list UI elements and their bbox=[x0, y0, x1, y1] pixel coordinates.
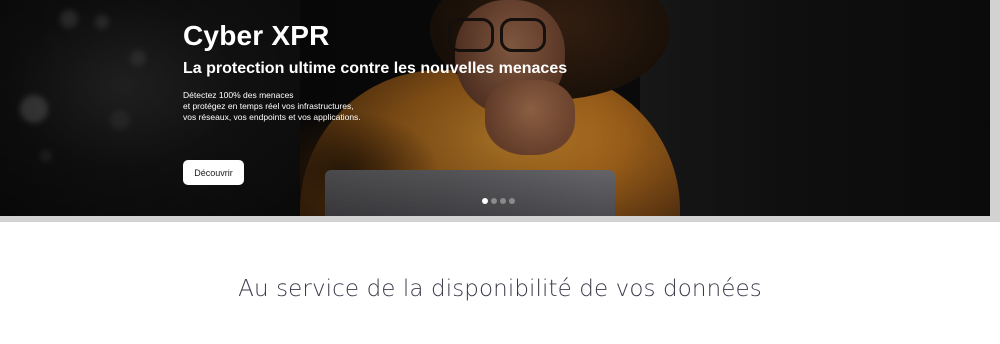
hero-overlay bbox=[0, 0, 990, 216]
page: Cyber XPR La protection ultime contre le… bbox=[0, 0, 1000, 344]
hero-subtitle: La protection ultime contre les nouvelle… bbox=[183, 60, 568, 77]
section-heading: Au service de la disponibilité de vos do… bbox=[238, 276, 762, 302]
vertical-scrollbar[interactable] bbox=[990, 0, 1000, 216]
discover-button[interactable]: Découvrir bbox=[183, 160, 244, 185]
carousel-dot-4[interactable] bbox=[509, 198, 515, 204]
hero-description-line: et protégez en temps réel vos infrastruc… bbox=[183, 101, 354, 111]
hero-description-line: vos réseaux, vos endpoints et vos applic… bbox=[183, 112, 361, 122]
hero-description: Détectez 100% des menaces et protégez en… bbox=[183, 90, 361, 123]
hero-title: Cyber XPR bbox=[183, 20, 330, 51]
carousel-pagination bbox=[482, 198, 515, 204]
carousel-dot-1[interactable] bbox=[482, 198, 488, 204]
carousel-dot-3[interactable] bbox=[500, 198, 506, 204]
hero-description-line: Détectez 100% des menaces bbox=[183, 90, 294, 100]
carousel-dot-2[interactable] bbox=[491, 198, 497, 204]
horizontal-scrollbar[interactable] bbox=[0, 216, 1000, 222]
hero-carousel: Cyber XPR La protection ultime contre le… bbox=[0, 0, 990, 216]
